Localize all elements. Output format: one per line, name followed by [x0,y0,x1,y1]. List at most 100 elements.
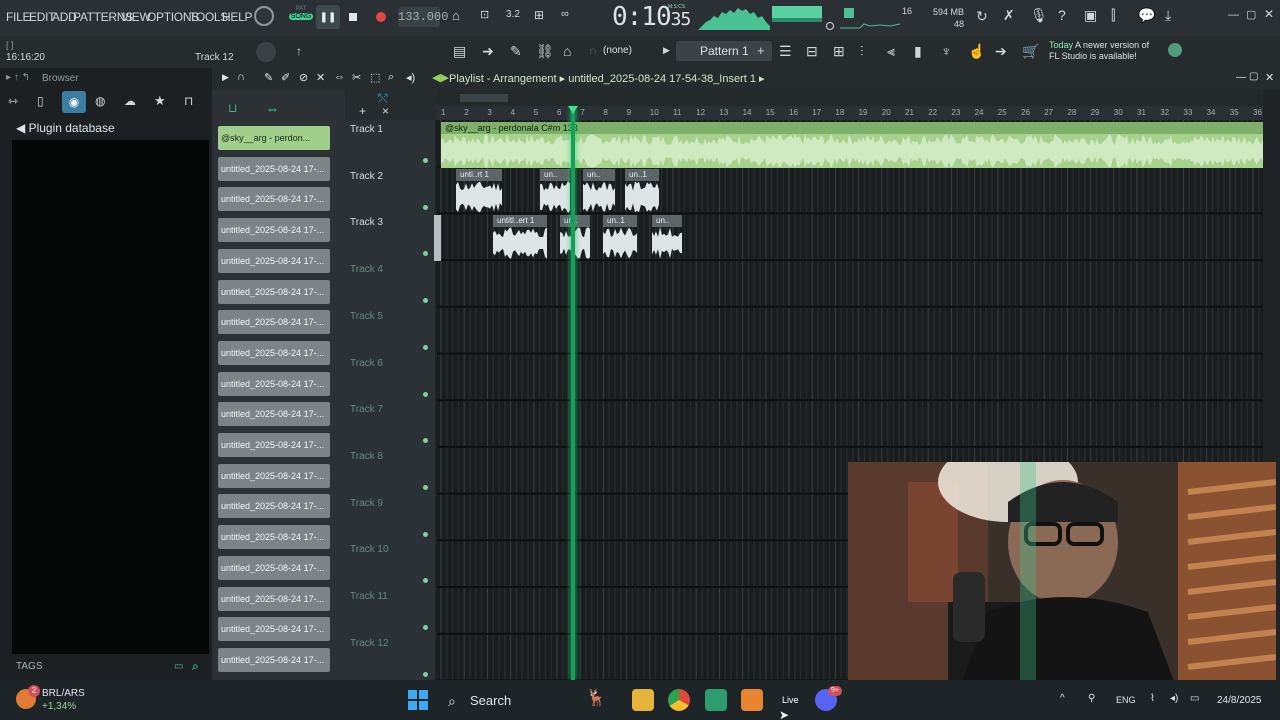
picker-move-icon[interactable]: ⇔ [266,101,279,116]
track-name[interactable]: Track 1 [350,124,383,135]
draw-tool-icon[interactable]: ✎ [264,71,273,84]
track-mute-led[interactable] [423,484,428,490]
clip-picker-item[interactable]: untitled_2025-08-24 17-... [218,156,330,181]
microphone-icon[interactable]: 🎙 [1030,7,1048,24]
clip-picker-item[interactable]: untitled_2025-08-24 17-... [218,617,330,642]
tray-network-icon[interactable]: ⚲ [1088,693,1095,704]
mixer-button-icon[interactable]: ⊞ [833,43,845,60]
track-name[interactable]: Track 11 [350,591,388,602]
zoom-tool-icon[interactable]: ⌕ [388,71,394,84]
track-name[interactable]: Track 8 [350,451,383,462]
shop-icon[interactable]: 🛒 [1022,43,1039,60]
close-icon[interactable]: ✕ [1264,7,1274,21]
track3-clip-edge[interactable] [434,215,441,261]
clip-picker-item[interactable]: untitled_2025-08-24 17-... [218,310,330,335]
volume-icon[interactable]: ◂) [1170,693,1178,704]
download-icon[interactable]: ⤓ [1165,7,1171,24]
timeline-ruler[interactable]: 1 2 3 4 5 6 7 8 9 10 11 12 13 14 15 16 17 18 19 20 21 22 23 24 2… [437,106,1263,120]
clip-picker-item[interactable]: untitled_2025-08-24 17-... [218,371,330,396]
playlist-minimize-icon[interactable]: — [1236,72,1246,83]
track-name[interactable]: Track 3 [350,217,383,228]
playlist-maximize-icon[interactable]: ▢ [1249,71,1258,82]
clip-picker-item[interactable]: untitled_2025-08-24 17-... [218,494,330,519]
clip-picker-item[interactable]: untitled_2025-08-24 17-... [218,525,330,550]
audio-clip[interactable]: un..1 [603,215,637,260]
track-mute-led[interactable] [423,531,428,537]
track-mute-led[interactable] [423,671,428,677]
star-icon[interactable]: ★ [154,93,166,109]
battery-icon[interactable]: ▭ [1190,693,1199,704]
add-pattern-icon[interactable]: + [757,43,765,58]
audio-clip-main[interactable]: @sky__arg - perdonala C#m 133 [441,122,1263,168]
audio-clip[interactable]: un..1 [625,169,659,214]
piano-roll-button-icon[interactable]: ⫶ [860,43,864,60]
live-app-label[interactable]: Live [782,695,799,705]
snap-selector[interactable]: (none) [603,45,632,56]
collapse-icon[interactable]: ⇿ [8,94,18,108]
clip-picker-item[interactable]: untitled_2025-08-24 17-... [218,248,330,273]
playhead[interactable] [571,108,575,680]
wifi-icon[interactable]: ⌇ [1150,693,1155,704]
taskbar-search[interactable]: ⌕ Search [440,688,580,714]
stop-button[interactable] [343,7,363,27]
chat-icon[interactable]: 💬 [1138,7,1155,24]
add-track-icon[interactable]: + [359,104,366,118]
delete-tool-icon[interactable]: ⊘ [299,71,308,84]
plugin-db-tab-icon[interactable]: ◉ [62,91,86,113]
clip-picker-item[interactable]: untitled_2025-08-24 17-... [218,647,330,672]
snap-icon[interactable]: ↑ [296,44,302,58]
loop-record-icon[interactable]: ∞ [561,8,581,26]
arrow-right-icon[interactable]: ➜ [482,43,494,60]
wait-for-input-icon[interactable]: ⊡ [480,8,500,26]
step-edit-icon[interactable]: ⊞ [534,8,554,26]
plugin-icon[interactable]: ♆ [941,43,952,59]
pencil-tool-icon[interactable]: ✎ [510,43,522,60]
playlist-magnet-icon[interactable]: ∩ [237,71,245,83]
tray-language[interactable]: ENG [1116,695,1136,705]
select-tool-icon[interactable]: ⬚ [370,71,380,84]
piano-roll-icon[interactable]: ▤ [453,43,466,60]
playback-tool-icon[interactable]: ◂) [406,71,415,84]
remove-track-icon[interactable]: × [382,104,389,118]
picker-up-icon[interactable]: ⊔ [228,101,237,115]
clip-picker-item[interactable]: untitled_2025-08-24 17-... [218,187,330,212]
clip-picker-item[interactable]: untitled_2025-08-24 17-... [218,402,330,427]
app-icon[interactable] [705,689,727,711]
slip-tool-icon[interactable]: ⇔ [334,71,345,83]
clip-picker-item[interactable]: untitled_2025-08-24 17-... [218,555,330,580]
playhead-marker-icon[interactable] [568,106,578,114]
stamp-icon[interactable]: ⌂ [563,43,571,59]
folder-icon[interactable]: ▭ [174,661,183,672]
timeline-overview[interactable] [437,90,1263,106]
chrome-icon[interactable] [668,689,690,711]
save-icon[interactable]: ▣ [1084,7,1097,24]
help-icon[interactable]: ? [1058,7,1066,23]
track-mute-led[interactable] [423,204,428,210]
touch-icon[interactable]: ☝ [968,43,985,60]
clip-picker-item[interactable]: untitled_2025-08-24 17-... [218,218,330,243]
audio-clip[interactable]: un.. [540,169,570,214]
paint-tool-icon[interactable]: ✐ [281,71,290,84]
metronome-icon[interactable]: ⌂ [452,8,472,26]
cloud-icon[interactable]: ☁ [124,94,136,108]
globe-tab-icon[interactable]: ◍ [95,94,105,108]
pause-button[interactable]: ❚❚ [316,5,340,29]
browser-tree[interactable] [12,140,209,654]
audio-clip[interactable]: unti..rt 1 [456,169,502,214]
audio-clip[interactable]: untitl..ert 1 [493,215,547,260]
link-icon[interactable]: ⛓ [536,43,554,60]
menu-help[interactable]: HELP [222,10,252,24]
windows-start-icon[interactable] [408,690,428,710]
clip-picker-item[interactable]: untitled_2025-08-24 17-... [218,463,330,488]
master-pitch-knob[interactable] [256,42,276,62]
browser-button-icon[interactable]: ⫷ [887,43,895,60]
plugin-database-node[interactable]: ◀ Plugin database [16,121,115,135]
tags-label[interactable]: TAGS [16,661,42,672]
maximize-icon[interactable]: ▢ [1246,8,1256,21]
playlist-icon[interactable]: ☰ [779,43,792,60]
fl-studio-icon[interactable] [741,689,763,711]
update-notice[interactable]: Today A newer version of FL Studio is av… [1049,40,1149,62]
track-name[interactable]: Track 10 [350,544,389,555]
export-icon[interactable]: ➔ [995,43,1007,60]
track-name[interactable]: Track 5 [350,311,383,322]
